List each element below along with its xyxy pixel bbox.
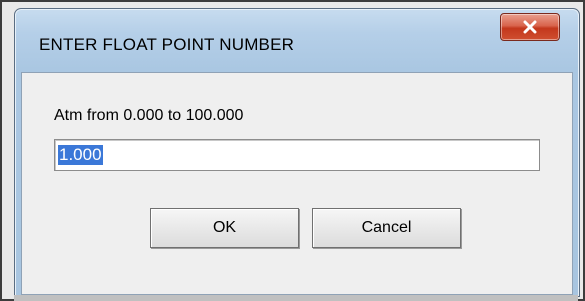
close-icon xyxy=(523,20,537,34)
range-prompt-label: Atm from 0.000 to 100.000 xyxy=(54,107,244,124)
float-input-dialog: ENTER FLOAT POINT NUMBER Atm from 0.000 … xyxy=(14,8,580,297)
focus-ring xyxy=(153,211,296,245)
ok-button[interactable]: OK xyxy=(150,208,299,248)
dialog-body: Atm from 0.000 to 100.000 1.000 OK Cance… xyxy=(21,72,573,295)
cancel-button[interactable]: Cancel xyxy=(312,208,461,248)
selected-value-text: 1.000 xyxy=(58,145,103,165)
dialog-title: ENTER FLOAT POINT NUMBER xyxy=(39,35,295,54)
float-value-input[interactable]: 1.000 xyxy=(54,139,540,171)
close-button[interactable] xyxy=(500,13,560,41)
cancel-button-label: Cancel xyxy=(361,219,412,236)
background-window-edge xyxy=(14,295,578,301)
